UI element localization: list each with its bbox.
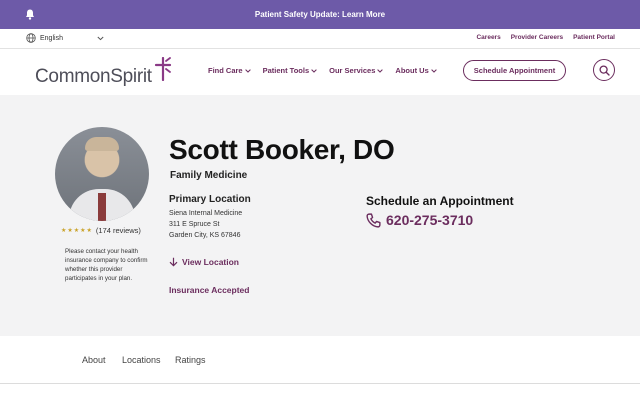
language-selector[interactable]: English xyxy=(26,33,104,43)
review-count: (174 reviews) xyxy=(95,226,141,235)
language-label: English xyxy=(40,34,63,42)
nav-patient-tools-label: Patient Tools xyxy=(262,66,310,75)
schedule-heading: Schedule an Appointment xyxy=(366,194,514,208)
tab-locations[interactable]: Locations xyxy=(122,355,161,365)
photo-tie xyxy=(98,193,106,221)
alert-banner[interactable]: Patient Safety Update: Learn More xyxy=(0,0,640,29)
nav-our-services[interactable]: Our Services xyxy=(329,66,384,75)
search-button[interactable] xyxy=(593,59,615,81)
insurance-accepted-link[interactable]: Insurance Accepted xyxy=(169,285,249,295)
address-line-2: Garden City, KS 67846 xyxy=(169,232,241,239)
phone-icon xyxy=(366,212,381,228)
phone-link[interactable]: 620-275-3710 xyxy=(366,212,473,228)
primary-location-heading: Primary Location xyxy=(169,194,251,205)
nav-find-care[interactable]: Find Care xyxy=(208,66,251,75)
logo-star-icon xyxy=(154,57,171,81)
logo[interactable]: CommonSpirit xyxy=(35,57,173,91)
nav-about-us[interactable]: About Us xyxy=(395,66,437,75)
globe-icon xyxy=(26,33,36,43)
provider-specialty: Family Medicine xyxy=(170,170,248,181)
star-rating-icons: ★★★★★ xyxy=(61,228,93,234)
nav-menu: Find Care Patient Tools Our Services Abo… xyxy=(208,66,437,75)
alert-link[interactable]: Patient Safety Update: Learn More xyxy=(255,10,385,19)
utility-bar: English Careers Provider Careers Patient… xyxy=(0,29,640,49)
search-icon xyxy=(598,64,610,76)
address-line-1: 311 E Spruce St xyxy=(169,221,220,228)
careers-link[interactable]: Careers xyxy=(476,34,500,41)
tab-about[interactable]: About xyxy=(82,355,106,365)
location-name: Siena Internal Medicine xyxy=(169,210,243,217)
view-location-label: View Location xyxy=(182,257,239,267)
insurance-note: Please contact your health insurance com… xyxy=(65,248,148,282)
nav-our-services-label: Our Services xyxy=(329,66,376,75)
arrow-down-icon xyxy=(169,257,178,267)
provider-name: Scott Booker, DO xyxy=(169,134,395,165)
chevron-down-icon xyxy=(377,68,384,73)
patient-portal-link[interactable]: Patient Portal xyxy=(573,34,615,41)
provider-photo xyxy=(55,127,149,221)
bell-icon xyxy=(26,9,34,20)
chevron-down-icon xyxy=(430,68,437,73)
chevron-down-icon xyxy=(244,68,251,73)
provider-rating[interactable]: ★★★★★ (174 reviews) xyxy=(61,226,141,235)
nav-about-us-label: About Us xyxy=(395,66,429,75)
schedule-appointment-button[interactable]: Schedule Appointment xyxy=(463,60,566,81)
utility-links: Careers Provider Careers Patient Portal xyxy=(476,34,615,41)
view-location-link[interactable]: View Location xyxy=(169,257,239,267)
tab-ratings[interactable]: Ratings xyxy=(175,355,206,365)
provider-careers-link[interactable]: Provider Careers xyxy=(511,34,563,41)
logo-text: CommonSpirit xyxy=(35,66,152,87)
photo-hair xyxy=(85,137,119,151)
nav-patient-tools[interactable]: Patient Tools xyxy=(263,66,318,75)
phone-number: 620-275-3710 xyxy=(386,212,474,228)
chevron-down-icon xyxy=(311,68,317,73)
profile-tabs: About Locations Ratings xyxy=(0,336,640,384)
provider-hero: ★★★★★ (174 reviews) Please contact your … xyxy=(0,95,640,336)
nav-find-care-label: Find Care xyxy=(208,66,243,75)
chevron-down-icon xyxy=(97,36,104,40)
main-nav: CommonSpirit Find Care Patient Tools Our… xyxy=(0,49,640,95)
